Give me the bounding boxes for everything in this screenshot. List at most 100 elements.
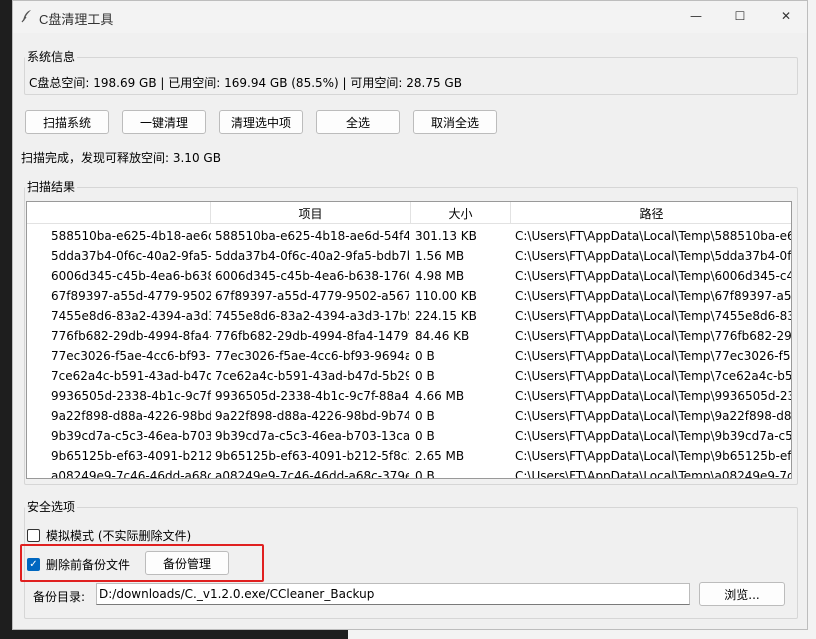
row-size-cell: 2.65 MB [415, 449, 465, 463]
row-item-cell: 9936505d-2338-4b1c-9c7f-88a4a [215, 389, 409, 403]
table-row[interactable]: 7ce62a4c-b591-43ad-b47d-5b29 7ce62a4c-b59… [27, 366, 791, 386]
backup-dir-input[interactable]: D:/downloads/C._v1.2.0.exe/CCleaner_Back… [96, 583, 690, 605]
table-row[interactable]: 67f89397-a55d-4779-9502-a5673 67f89397-a5… [27, 286, 792, 306]
title-bar[interactable]: C盘清理工具 — ☐ ✕ [13, 1, 807, 33]
close-button[interactable]: ✕ [763, 1, 807, 31]
backup-dir-label: 备份目录: [33, 590, 86, 604]
table-row[interactable]: 77ec3026-f5ae-4cc6-bf93-9694a 77ec3026-f5… [27, 346, 792, 366]
table-row[interactable]: 9a22f898-d88a-4226-98bd-9b74 9a22f898-d88… [27, 406, 792, 426]
backup-before-delete-checkbox[interactable]: ✓ 删除前备份文件 [27, 556, 130, 573]
row-size-cell: 224.15 KB [415, 309, 477, 323]
row-tree-cell: 776fb682-29db-4994-8fa4-1479f [51, 329, 211, 343]
maximize-icon: ☐ [734, 9, 746, 23]
row-size-cell: 301.13 KB [415, 229, 477, 243]
sysinfo-label: 系统信息 [25, 48, 78, 65]
clean-all-button[interactable]: 一键清理 [122, 110, 206, 134]
row-path-cell: C:\Users\FT\AppData\Local\Temp\9936505d-… [515, 389, 792, 403]
table-row[interactable]: 9b39cd7a-c5c3-46ea-b703-13ca 9b39cd7a-c5c… [27, 426, 792, 446]
row-tree-cell: 9b65125b-ef63-4091-b212-5f8c3 [51, 449, 211, 463]
table-row[interactable]: 6006d345-c45b-4ea6-b638-17605 6006d345-c4… [27, 266, 792, 286]
row-path-cell: C:\Users\FT\AppData\Local\Temp\9b65125b-… [515, 449, 792, 463]
backup-manage-button[interactable]: 备份管理 [145, 551, 229, 575]
row-item-cell: 7ce62a4c-b591-43ad-b47d-5b29 [215, 369, 409, 383]
checkbox-box[interactable] [27, 529, 40, 542]
row-path-cell: C:\Users\FT\AppData\Local\Temp\6006d345-… [515, 269, 792, 283]
clean-selected-button[interactable]: 清理选中项 [219, 110, 303, 134]
row-item-cell: a08249e9-7c46-46dd-a68c-379e2 [215, 469, 409, 479]
row-path-cell: C:\Users\FT\AppData\Local\Temp\588510ba-… [515, 229, 792, 243]
select-all-button[interactable]: 全选 [316, 110, 400, 134]
row-item-cell: 77ec3026-f5ae-4cc6-bf93-9694a [215, 349, 409, 363]
status-text: 扫描完成，发现可释放空间: 3.10 GB [21, 151, 221, 165]
row-tree-cell: 9a22f898-d88a-4226-98bd-9b74 [51, 409, 211, 423]
results-label: 扫描结果 [25, 178, 78, 195]
scan-button[interactable]: 扫描系统 [25, 110, 109, 134]
minimize-icon: — [690, 9, 702, 23]
row-path-cell: C:\Users\FT\AppData\Local\Temp\67f89397-… [515, 289, 792, 303]
row-size-cell: 84.46 KB [415, 329, 470, 343]
row-size-cell: 0 B [415, 429, 435, 443]
row-item-cell: 9a22f898-d88a-4226-98bd-9b74 [215, 409, 409, 423]
row-item-cell: 6006d345-c45b-4ea6-b638-17605 [215, 269, 409, 283]
table-header: 项目 大小 路径 [27, 202, 791, 224]
row-item-cell: 9b39cd7a-c5c3-46ea-b703-13ca [215, 429, 409, 443]
feather-icon [21, 10, 31, 23]
row-tree-cell: 77ec3026-f5ae-4cc6-bf93-9694a [51, 349, 211, 363]
browse-button[interactable]: 浏览... [699, 582, 785, 606]
row-tree-cell: 5dda37b4-0f6c-40a2-9fa5-bdb7b [51, 249, 211, 263]
minimize-button[interactable]: — [673, 1, 719, 31]
row-tree-cell: 9b39cd7a-c5c3-46ea-b703-13ca [51, 429, 211, 443]
row-tree-cell: 7ce62a4c-b591-43ad-b47d-5b29 [51, 369, 211, 383]
row-path-cell: C:\Users\FT\AppData\Local\Temp\a08249e9-… [515, 469, 792, 479]
row-path-cell: C:\Users\FT\AppData\Local\Temp\776fb682-… [515, 329, 792, 343]
row-item-cell: 7455e8d6-83a2-4394-a3d3-17b5 [215, 309, 409, 323]
row-tree-cell: 67f89397-a55d-4779-9502-a5673 [51, 289, 211, 303]
safety-label: 安全选项 [25, 498, 78, 515]
checkbox-box[interactable]: ✓ [27, 558, 40, 571]
simulate-mode-label: 模拟模式 (不实际删除文件) [46, 529, 192, 543]
column-header-path[interactable]: 路径 [511, 202, 791, 224]
row-tree-cell: 9936505d-2338-4b1c-9c7f-88a4a [51, 389, 211, 403]
row-size-cell: 4.98 MB [415, 269, 465, 283]
row-size-cell: 0 B [415, 349, 435, 363]
row-tree-cell: 7455e8d6-83a2-4394-a3d3-17b5 [51, 309, 211, 323]
table-row[interactable]: 5dda37b4-0f6c-40a2-9fa5-bdb7b 5dda37b4-0f… [27, 246, 792, 266]
app-window: C盘清理工具 — ☐ ✕ 系统信息 C盘总空间: 198.69 GB | 已用空… [12, 0, 808, 630]
column-header-tree[interactable] [27, 202, 211, 224]
sysinfo-text: C盘总空间: 198.69 GB | 已用空间: 169.94 GB (85.5… [29, 76, 462, 90]
row-item-cell: 9b65125b-ef63-4091-b212-5f8c3 [215, 449, 409, 463]
row-path-cell: C:\Users\FT\AppData\Local\Temp\9b39cd7a-… [515, 429, 792, 443]
table-row[interactable]: a08249e9-7c46-46dd-a68c-379e2 a08249e9-7c… [27, 466, 792, 479]
table-row[interactable]: 776fb682-29db-4994-8fa4-1479f 776fb682-29… [27, 326, 792, 346]
row-size-cell: 110.00 KB [415, 289, 477, 303]
table-row[interactable]: 9936505d-2338-4b1c-9c7f-88a4a 9936505d-23… [27, 386, 792, 406]
background-terminal [0, 0, 12, 639]
row-item-cell: 776fb682-29db-4994-8fa4-1479f [215, 329, 409, 343]
table-row[interactable]: 7455e8d6-83a2-4394-a3d3-17b5 7455e8d6-83a… [27, 306, 792, 326]
column-header-item[interactable]: 项目 [211, 202, 411, 224]
row-path-cell: C:\Users\FT\AppData\Local\Temp\7455e8d6-… [515, 309, 792, 323]
row-item-cell: 67f89397-a55d-4779-9502-a5673 [215, 289, 409, 303]
simulate-mode-checkbox[interactable]: 模拟模式 (不实际删除文件) [27, 527, 191, 544]
table-row[interactable]: 588510ba-e625-4b18-ae6d-54f4c 588510ba-e6… [27, 226, 792, 246]
row-path-cell: C:\Users\FT\AppData\Local\Temp\9a22f898-… [515, 409, 792, 423]
column-header-size[interactable]: 大小 [411, 202, 511, 224]
maximize-button[interactable]: ☐ [717, 1, 763, 31]
row-size-cell: 0 B [415, 409, 435, 423]
row-path-cell: C:\Users\FT\AppData\Local\Temp\77ec3026-… [515, 349, 792, 363]
row-size-cell: 4.66 MB [415, 389, 465, 403]
row-size-cell: 0 B [415, 469, 435, 479]
results-table[interactable]: 项目 大小 路径 588510ba-e625-4b18-ae6d-54f4c58… [26, 201, 792, 479]
backup-before-delete-label: 删除前备份文件 [46, 558, 131, 572]
row-path-cell: C:\Users\FT\AppData\Local\Temp\5dda37b4-… [515, 249, 792, 263]
row-tree-cell: 6006d345-c45b-4ea6-b638-17605 [51, 269, 211, 283]
background-window-edge [808, 0, 816, 639]
table-row[interactable]: 9b65125b-ef63-4091-b212-5f8c3 9b65125b-ef… [27, 446, 792, 466]
row-size-cell: 0 B [415, 369, 435, 383]
window-title: C盘清理工具 [39, 12, 114, 27]
row-size-cell: 1.56 MB [415, 249, 465, 263]
row-tree-cell: 588510ba-e625-4b18-ae6d-54f4c [51, 229, 211, 243]
table-body: 588510ba-e625-4b18-ae6d-54f4c 588510ba-e6… [27, 226, 792, 479]
deselect-all-button[interactable]: 取消全选 [413, 110, 497, 134]
background-taskbar-area [0, 629, 816, 639]
